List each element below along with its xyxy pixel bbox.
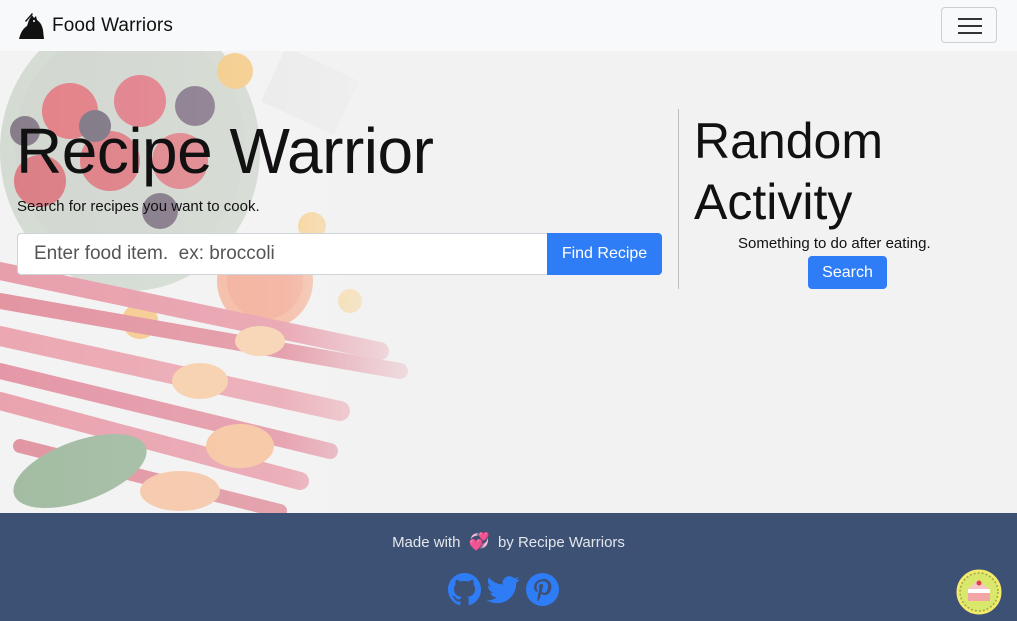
random-title-line1: Random <box>694 113 883 169</box>
random-activity-title: Random Activity <box>694 111 883 233</box>
twitter-link[interactable] <box>487 573 520 606</box>
cake-badge-icon[interactable] <box>955 568 1003 616</box>
warrior-logo-icon <box>16 11 46 41</box>
heart-icon: 💞 <box>468 532 490 551</box>
random-activity-subtitle: Something to do after eating. <box>738 235 931 252</box>
brand-name: Food Warriors <box>52 15 173 36</box>
pinterest-icon <box>526 573 559 606</box>
hero-section: Recipe Warrior Search for recipes you wa… <box>0 51 1017 513</box>
food-search-input[interactable] <box>17 233 548 275</box>
made-with-text: Made with 💞 by Recipe Warriors <box>0 532 1017 552</box>
twitter-icon <box>487 576 520 604</box>
random-search-button[interactable]: Search <box>808 256 887 289</box>
made-suffix: by Recipe Warriors <box>497 534 625 551</box>
hero-subtitle: Search for recipes you want to cook. <box>17 198 260 215</box>
random-title-line2: Activity <box>694 174 853 230</box>
vertical-divider <box>678 109 679 289</box>
hero-title: Recipe Warrior <box>16 115 434 187</box>
navbar-toggler-button[interactable] <box>941 7 997 43</box>
footer: Made with 💞 by Recipe Warriors <box>0 513 1017 621</box>
brand-link[interactable]: Food Warriors <box>16 10 173 42</box>
social-links <box>448 573 559 606</box>
made-prefix: Made with <box>392 534 461 551</box>
pinterest-link[interactable] <box>526 573 559 606</box>
github-link[interactable] <box>448 573 481 606</box>
navbar: Food Warriors <box>0 0 1017 51</box>
find-recipe-button[interactable]: Find Recipe <box>547 233 662 275</box>
github-icon <box>448 573 481 606</box>
